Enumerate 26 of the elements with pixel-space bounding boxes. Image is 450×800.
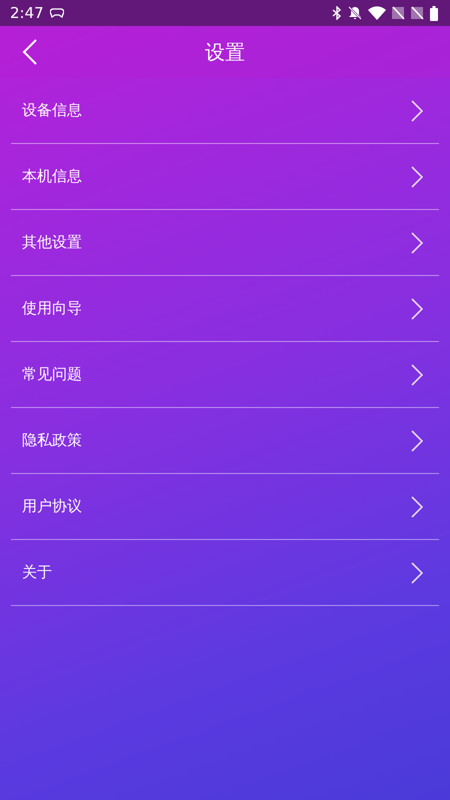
chevron-right-icon	[411, 430, 423, 452]
menu-item[interactable]: 用户协议	[11, 474, 439, 540]
menu-item[interactable]: 使用向导	[11, 276, 439, 342]
bluetooth-icon	[332, 6, 342, 20]
battery-icon	[430, 6, 438, 20]
gamepad-icon	[50, 7, 64, 19]
chevron-right-icon	[411, 298, 423, 320]
menu-item[interactable]: 常见问题	[11, 342, 439, 408]
back-button[interactable]	[22, 38, 38, 66]
muted-bell-icon	[348, 6, 362, 20]
chevron-right-icon	[411, 232, 423, 254]
menu-item[interactable]: 设备信息	[11, 78, 439, 144]
chevron-right-icon	[411, 100, 423, 122]
signal-icon	[392, 6, 405, 20]
chevron-right-icon	[411, 166, 423, 188]
status-time: 2:47	[10, 4, 44, 22]
menu-item[interactable]: 关于	[11, 540, 439, 606]
signal-icon	[411, 6, 424, 20]
wifi-icon	[368, 6, 386, 20]
menu-item[interactable]: 隐私政策	[11, 408, 439, 474]
chevron-right-icon	[411, 496, 423, 518]
chevron-right-icon	[411, 562, 423, 584]
page-title: 设置	[205, 38, 245, 66]
menu-item[interactable]: 本机信息	[11, 144, 439, 210]
menu-item[interactable]: 其他设置	[11, 210, 439, 276]
chevron-right-icon	[411, 364, 423, 386]
